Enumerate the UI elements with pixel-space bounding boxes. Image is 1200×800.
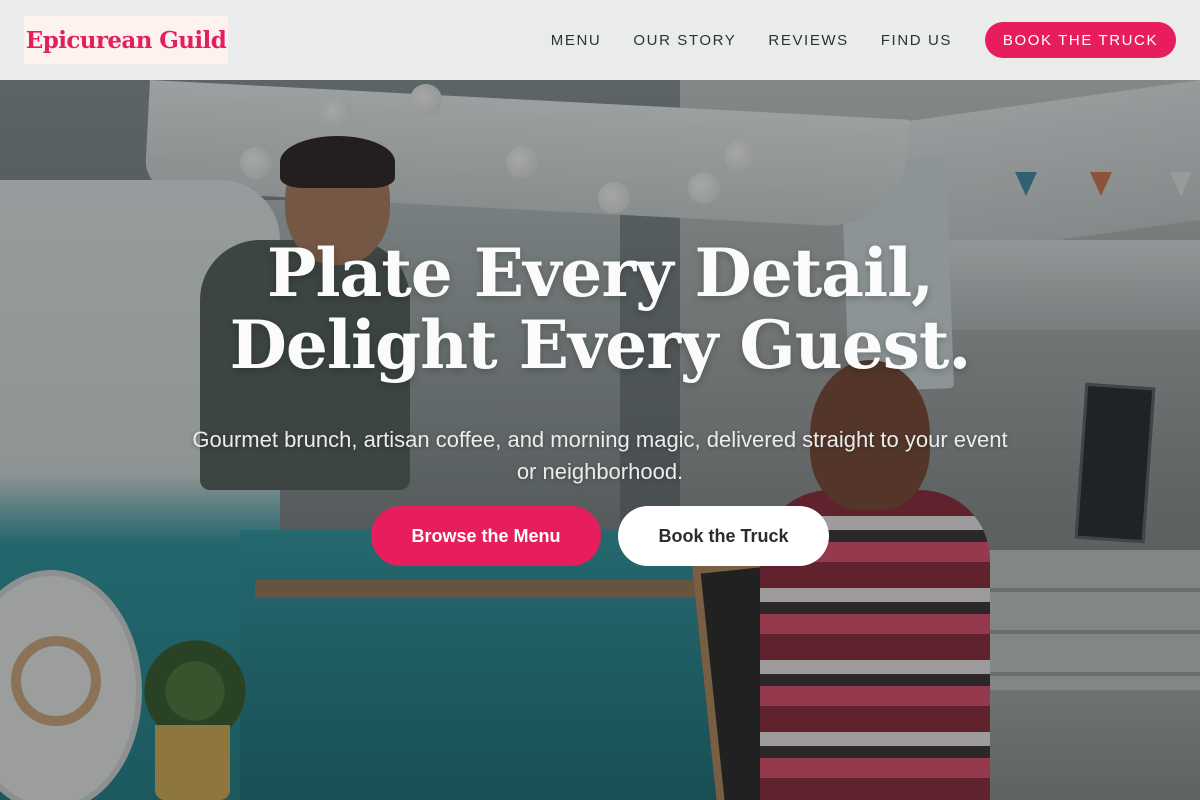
book-truck-button[interactable]: Book the Truck <box>618 506 829 566</box>
hero-headline-line2: Delight Every Guest. <box>229 306 972 384</box>
hero-headline-line1: Plate Every Detail, <box>266 234 934 312</box>
browse-menu-button[interactable]: Browse the Menu <box>371 506 601 566</box>
hero-section: Plate Every Detail, Delight Every Guest.… <box>0 0 1200 800</box>
hero-subheadline: Gourmet brunch, artisan coffee, and morn… <box>192 427 1008 484</box>
